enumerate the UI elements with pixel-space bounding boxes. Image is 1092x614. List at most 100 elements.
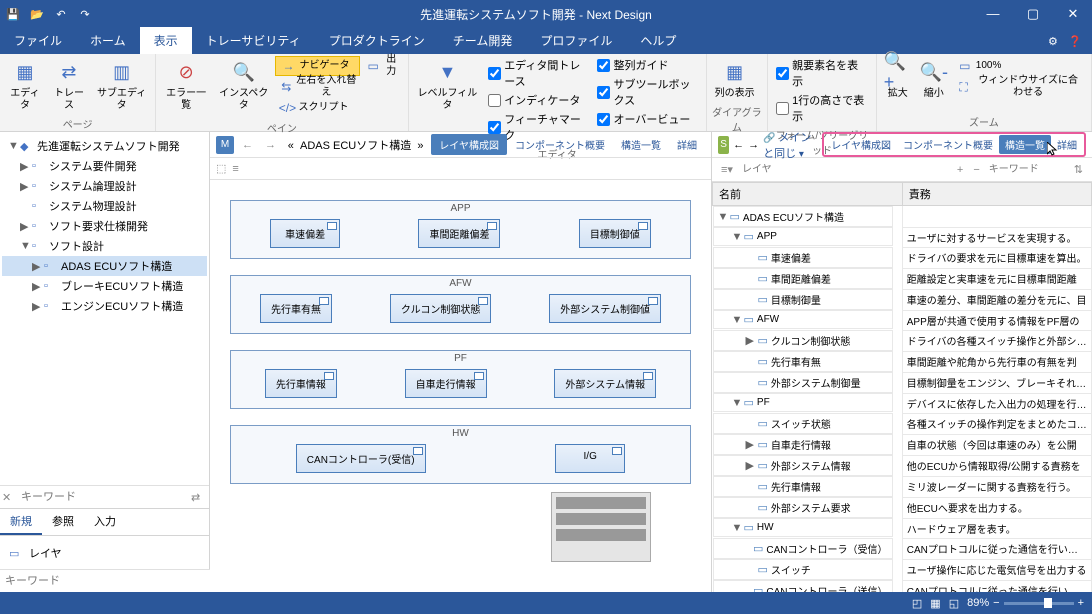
zoom-slider[interactable] (1004, 602, 1074, 605)
palette-tab-1[interactable]: 参照 (42, 509, 84, 535)
save-icon[interactable]: 💾 (4, 5, 22, 23)
table-row[interactable]: ▭CANコントローラ（受信）CANプロトコルに従った通信を行い外部ら (713, 538, 1092, 559)
filter-layer-icon[interactable]: ≡▾ (718, 163, 736, 176)
tree-item[interactable]: ▶▫ADAS ECUソフト構造 (2, 256, 207, 276)
diagram-node[interactable]: 先行車有無 (260, 294, 332, 323)
add-button[interactable]: + (954, 164, 966, 176)
table-row[interactable]: ▭外部システム制御量目標制御量をエンジン、ブレーキそれぞれ (713, 372, 1092, 393)
search-options-icon[interactable]: ⇄ (191, 491, 207, 504)
menu-tab-6[interactable]: プロファイル (526, 27, 626, 54)
filter-toggle-icon[interactable]: ⇅ (1071, 163, 1086, 176)
breadcrumb[interactable]: ADAS ECUソフト構造 (300, 140, 411, 152)
chk-indicator[interactable]: インディケータ (484, 91, 591, 109)
breadcrumb-prev[interactable]: « (288, 140, 294, 152)
table-row[interactable]: ▭目標制御量車速の差分、車間距離の差分を元に、目 (713, 289, 1092, 310)
diagram-node[interactable]: I/G (555, 444, 625, 473)
filter-keyword-input[interactable] (987, 162, 1067, 177)
table-row[interactable]: ▭スイッチユーザ操作に応じた電気信号を出力する (713, 559, 1092, 580)
zoom-100-button[interactable]: ▭100% (953, 56, 1087, 76)
tree-search-input[interactable] (18, 488, 191, 506)
palette-tab-0[interactable]: 新規 (0, 509, 42, 535)
table-row[interactable]: ▼▭APPユーザに対するサービスを実現する。 (713, 227, 1092, 247)
layer-box[interactable]: AFW先行車有無クルコン制御状態外部システム制御値 (230, 275, 691, 334)
editor-button[interactable]: ▦エディタ (4, 56, 46, 114)
editor-vtab-3[interactable]: 詳細 (669, 134, 705, 155)
tree-item[interactable]: ▫システム物理設計 (2, 196, 207, 216)
error-list-button[interactable]: ⊘エラー一覧 (160, 56, 212, 114)
tree-item[interactable]: ▶▫システム論理設計 (2, 176, 207, 196)
diagram-node[interactable]: 自車走行情報 (405, 369, 487, 398)
diagram-node[interactable]: 外部システム制御値 (549, 294, 661, 323)
remove-button[interactable]: − (970, 164, 982, 176)
chk-align-guide[interactable]: 整列ガイド (593, 56, 701, 74)
settings-icon[interactable]: ⚙ (1048, 35, 1064, 51)
level-filter-button[interactable]: ▼レベルフィルタ (413, 56, 483, 114)
table-row[interactable]: ▶▭クルコン制御状態ドライバの各種スイッチ操作と外部システ (713, 330, 1092, 351)
table-row[interactable]: ▭スイッチ状態各種スイッチの操作判定をまとめたコンポ (713, 413, 1092, 434)
status-icon-1[interactable]: ◰ (912, 597, 922, 610)
subeditor-button[interactable]: ▥サブエディタ (92, 56, 151, 114)
footer-search-input[interactable] (3, 573, 207, 589)
tree-root[interactable]: ▼◆先進運転システムソフト開発 (2, 136, 207, 156)
filter-layer-input[interactable] (740, 162, 800, 177)
sync-button[interactable]: 🔗 メインと同じ ▾ (763, 129, 818, 161)
tool-layer-icon[interactable]: ≡ (232, 163, 238, 175)
right-vtab-1[interactable]: コンポーネント概要 (897, 135, 999, 154)
breadcrumb-next[interactable]: » (417, 140, 423, 152)
chk-editor-trace[interactable]: エディタ間トレース (484, 56, 591, 90)
table-row[interactable]: ▭車間距離偏差距離設定と実車速を元に目標車間距離 (713, 268, 1092, 289)
table-row[interactable]: ▼▭PFデバイスに依存した入出力の処理を行う。 (713, 393, 1092, 413)
editor-vtab-0[interactable]: レイヤ構成図 (431, 134, 507, 155)
zoom-in-button[interactable]: 🔍+拡大 (881, 56, 915, 102)
zoom-out-button[interactable]: 🔍-縮小 (917, 56, 951, 102)
script-button[interactable]: </>スクリプト (275, 98, 360, 118)
chk-show-parent[interactable]: 親要素名を表示 (772, 56, 872, 90)
table-row[interactable]: ▶▭自車走行情報自車の状態（今回は車速のみ）を公開 (713, 434, 1092, 455)
status-icon-3[interactable]: ◱ (949, 597, 959, 610)
tool-select-icon[interactable]: ⬚ (216, 162, 226, 175)
redo-icon[interactable]: ↷ (76, 5, 94, 23)
sub-nav-back[interactable]: ← (733, 139, 744, 151)
open-icon[interactable]: 📂 (28, 5, 46, 23)
diagram-node[interactable]: 外部システム情報 (554, 369, 656, 398)
diagram-node[interactable]: 目標制御値 (579, 219, 651, 248)
table-row[interactable]: ▼▭ADAS ECUソフト構造 (713, 206, 1092, 228)
table-row[interactable]: ▭外部システム要求他ECUへ要求を出力する。 (713, 497, 1092, 518)
palette-tab-2[interactable]: 入力 (84, 509, 126, 535)
tree-item[interactable]: ▶▫エンジンECUソフト構造 (2, 296, 207, 316)
chk-single-row[interactable]: 1行の高さで表示 (772, 91, 872, 125)
chk-subtoolbox[interactable]: サブツールボックス (593, 75, 701, 109)
column-header[interactable]: 責務 (902, 183, 1091, 206)
clear-icon[interactable]: ✕ (2, 491, 18, 504)
table-row[interactable]: ▼▭AFWAPP層が共通で使用する情報をPF層の (713, 310, 1092, 330)
table-row[interactable]: ▭先行車情報ミリ波レーダーに関する責務を行う。 (713, 476, 1092, 497)
close-button[interactable]: ✕ (1058, 6, 1088, 22)
table-row[interactable]: ▭車速偏差ドライバの要求を元に目標車速を算出。 (713, 247, 1092, 268)
table-row[interactable]: ▶▭外部システム情報他のECUから情報取得/公開する責務を (713, 455, 1092, 476)
zoom-minus[interactable]: − (993, 597, 999, 609)
diagram-node[interactable]: 車間距離偏差 (418, 219, 500, 248)
menu-tab-5[interactable]: チーム開発 (439, 27, 527, 54)
diagram-node[interactable]: 車速偏差 (270, 219, 340, 248)
navigator-button[interactable]: →ナビゲータ (275, 56, 360, 76)
minimize-button[interactable]: — (978, 6, 1008, 22)
nav-back[interactable]: ← (238, 139, 257, 151)
help-icon[interactable]: ❓ (1068, 35, 1084, 51)
undo-icon[interactable]: ↶ (52, 5, 70, 23)
diagram-node[interactable]: 先行車情報 (265, 369, 337, 398)
trace-button[interactable]: ⇄トレース (48, 56, 90, 114)
column-display-button[interactable]: ▦列の表示 (711, 56, 759, 102)
tree-item[interactable]: ▼▫ソフト設計 (2, 236, 207, 256)
menu-tab-2[interactable]: 表示 (140, 27, 192, 54)
editor-vtab-1[interactable]: コンポーネント概要 (507, 134, 613, 155)
palette-item[interactable]: ▭レイヤ (6, 542, 203, 564)
maximize-button[interactable]: ▢ (1018, 6, 1048, 22)
table-row[interactable]: ▭先行車有無車間距離や舵角から先行車の有無を判 (713, 351, 1092, 372)
menu-tab-7[interactable]: ヘルプ (626, 27, 690, 54)
editor-vtab-2[interactable]: 構造一覧 (613, 134, 669, 155)
table-row[interactable]: ▼▭HWハードウェア層を表す。 (713, 518, 1092, 538)
menu-tab-0[interactable]: ファイル (0, 27, 76, 54)
menu-tab-3[interactable]: トレーサビリティ (192, 27, 315, 54)
chk-overview[interactable]: オーバービュー (593, 110, 701, 128)
column-header[interactable]: 名前 (713, 183, 903, 206)
